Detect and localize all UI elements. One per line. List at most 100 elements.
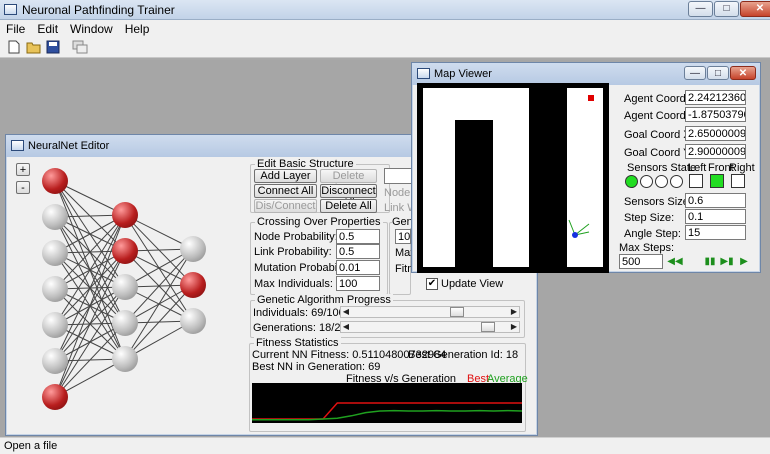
agent-x-field[interactable]: 2.24212360382: [685, 90, 746, 105]
map-wall: [455, 120, 493, 267]
mutation-probability-input[interactable]: 0.01: [336, 260, 380, 275]
update-view-label: Update View: [441, 278, 504, 290]
step-size-input[interactable]: 0.1: [685, 209, 746, 224]
network-node[interactable]: [180, 308, 206, 334]
scroll-right-icon[interactable]: ▶: [509, 307, 519, 317]
network-node[interactable]: [42, 276, 68, 302]
crossover-legend: Crossing Over Properties: [255, 216, 383, 228]
individuals-label: Individuals: 69/100: [253, 307, 345, 319]
delete-all-button[interactable]: Delete All: [320, 199, 377, 213]
max-steps-label: Max Steps:: [619, 242, 675, 254]
sensors-size-label: Sensors Size:: [624, 196, 692, 208]
dis-connect-button[interactable]: Dis/Connect: [254, 199, 317, 213]
map-title-bar: Map Viewer — □ ✕: [412, 63, 760, 85]
windows-icon[interactable]: [72, 40, 88, 55]
menu-file[interactable]: File: [0, 20, 31, 36]
direction-indicator: [731, 174, 745, 188]
network-node[interactable]: [112, 238, 138, 264]
save-icon[interactable]: [45, 40, 61, 55]
network-node[interactable]: [42, 312, 68, 338]
scroll-right-icon[interactable]: ▶: [509, 322, 519, 332]
sensor-indicator: [655, 175, 668, 188]
node-link-input[interactable]: [384, 168, 412, 184]
new-file-icon[interactable]: [6, 40, 22, 55]
scroll-thumb[interactable]: [450, 307, 465, 317]
direction-indicator: [689, 174, 703, 188]
network-node[interactable]: [180, 236, 206, 262]
agent-y-field[interactable]: -1.8750379085: [685, 107, 746, 122]
map-canvas[interactable]: [417, 83, 609, 273]
left-label: Left: [688, 162, 707, 174]
open-folder-icon[interactable]: [26, 40, 42, 55]
connect-all-button[interactable]: Connect All: [254, 184, 317, 198]
goal-x-field[interactable]: 2.65000009536: [685, 126, 746, 141]
app-icon: [4, 4, 17, 15]
network-node[interactable]: [42, 384, 68, 410]
disconnect-all-button[interactable]: Disconnect All: [320, 184, 377, 209]
maximize-button[interactable]: □: [714, 1, 739, 17]
link-probability-input[interactable]: 0.5: [336, 244, 380, 259]
map-minimize-button[interactable]: —: [684, 66, 706, 80]
network-node[interactable]: [42, 168, 68, 194]
network-node[interactable]: [42, 240, 68, 266]
toolbar: [0, 38, 770, 58]
delete-layer-button[interactable]: Delete Layer: [320, 169, 377, 194]
best-nn-in-generation: Best NN in Generation: 69: [252, 361, 381, 373]
goal-y-label: Goal Coord Y:: [624, 147, 693, 159]
gene-input[interactable]: 10: [395, 229, 411, 244]
step-forward-icon[interactable]: ▶▮: [719, 255, 735, 269]
network-node[interactable]: [112, 274, 138, 300]
sensors-state-label: Sensors State: [627, 162, 697, 174]
menu-window[interactable]: Window: [64, 20, 119, 36]
map-close-button[interactable]: ✕: [730, 66, 756, 80]
main-title-bar: Neuronal Pathfinding Trainer — □ ✕: [0, 0, 770, 20]
menu-edit[interactable]: Edit: [31, 20, 64, 36]
map-viewer-window: Map Viewer — □ ✕ Agent Coord X: 2.242123…: [411, 62, 761, 273]
editor-title: NeuralNet Editor: [28, 140, 110, 152]
sensor-indicator: [625, 175, 638, 188]
sensor-indicator: [640, 175, 653, 188]
fitness-chart: [252, 383, 522, 423]
scroll-left-icon[interactable]: ◀: [341, 307, 351, 317]
right-label: Right: [729, 162, 755, 174]
scroll-left-icon[interactable]: ◀: [341, 322, 351, 332]
max-individuals-label: Max Individuals:: [254, 278, 333, 290]
pause-icon[interactable]: ▮▮: [702, 255, 718, 269]
network-graph[interactable]: [31, 168, 231, 411]
scroll-thumb[interactable]: [480, 322, 495, 332]
minimize-button[interactable]: —: [688, 1, 713, 17]
close-button[interactable]: ✕: [740, 1, 770, 17]
network-node[interactable]: [112, 202, 138, 228]
sensors-size-input[interactable]: 0.6: [685, 193, 746, 208]
rewind-icon[interactable]: ◀◀: [667, 255, 683, 269]
network-node[interactable]: [42, 348, 68, 374]
generations-scrollbar[interactable]: ◀ ▶: [340, 321, 520, 333]
angle-step-label: Angle Step:: [624, 228, 681, 240]
network-node[interactable]: [42, 204, 68, 230]
editor-icon: [11, 140, 24, 151]
individuals-scrollbar[interactable]: ◀ ▶: [340, 306, 520, 318]
zoom-out-button[interactable]: -: [16, 181, 30, 194]
menu-help[interactable]: Help: [119, 20, 156, 36]
play-icon[interactable]: ▶: [736, 255, 752, 269]
zoom-in-button[interactable]: +: [16, 163, 30, 176]
max-individuals-input[interactable]: 100: [336, 276, 380, 291]
sensor-indicator: [670, 175, 683, 188]
goal-x-label: Goal Coord X:: [624, 129, 694, 141]
map-wall: [529, 88, 567, 235]
menu-bar: File Edit Window Help: [0, 20, 770, 38]
network-node[interactable]: [180, 272, 206, 298]
step-size-label: Step Size:: [624, 212, 675, 224]
node-probability-label: Node Probability:: [254, 231, 338, 243]
goal-y-field[interactable]: 2.90000009536: [685, 144, 746, 159]
direction-indicator: [710, 174, 724, 188]
angle-step-input[interactable]: 15: [685, 225, 746, 240]
node-probability-input[interactable]: 0.5: [336, 229, 380, 244]
network-node[interactable]: [112, 310, 138, 336]
update-view-checkbox[interactable]: ✔: [426, 278, 438, 290]
add-layer-button[interactable]: Add Layer: [254, 169, 317, 183]
generations-label: Generations: 18/20: [253, 322, 347, 334]
network-node[interactable]: [112, 346, 138, 372]
max-steps-input[interactable]: 500: [619, 254, 663, 269]
map-maximize-button[interactable]: □: [707, 66, 729, 80]
